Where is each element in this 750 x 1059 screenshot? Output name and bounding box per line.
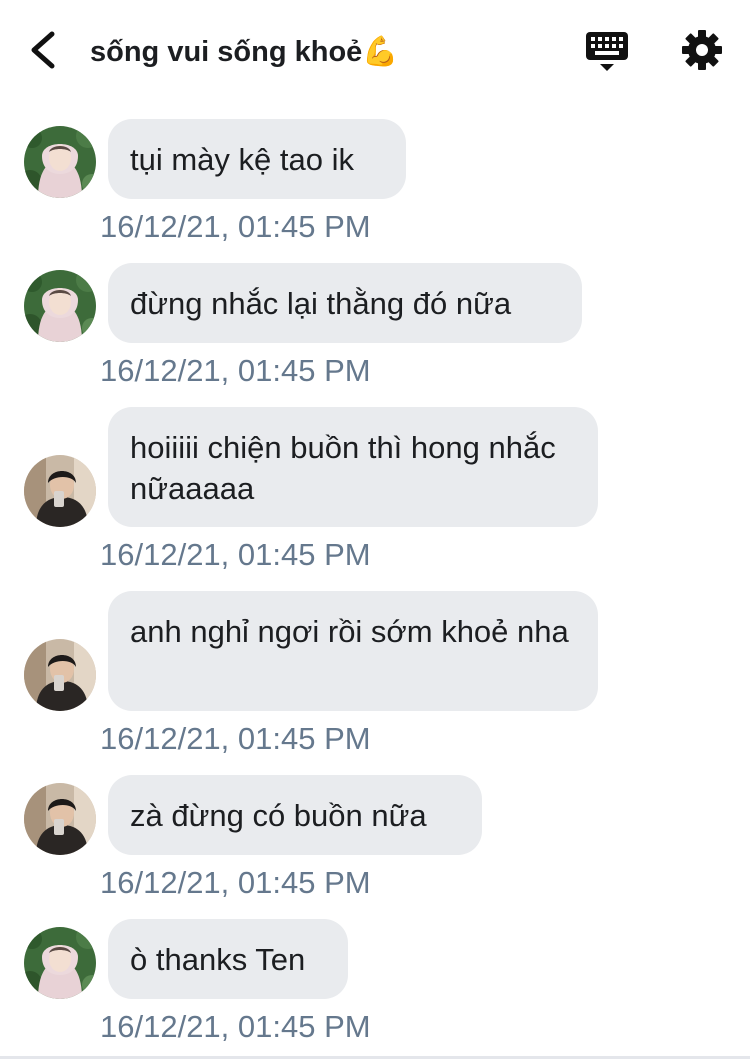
message-text: tụi mày kệ tao ik [130, 142, 354, 177]
message-text: anh nghỉ ngơi rồi sớm khoẻ nha [130, 614, 569, 649]
message-text: hoiiiii chiện buồn thì hong nhắc nữaaaaa [130, 430, 556, 506]
avatar[interactable] [24, 126, 96, 198]
user-photo-b [24, 639, 96, 711]
message-bubble[interactable]: hoiiiii chiện buồn thì hong nhắc nữaaaaa [108, 407, 598, 527]
avatar[interactable] [24, 270, 96, 342]
message-list: tụi mày kệ tao ik 16/12/21, 01:45 PM đừn… [0, 0, 750, 1059]
message-timestamp: 16/12/21, 01:45 PM [100, 1009, 371, 1044]
user-photo-b [24, 455, 96, 527]
avatar[interactable] [24, 927, 96, 999]
message-text: đừng nhắc lại thằng đó nữa [130, 286, 512, 321]
avatar[interactable] [24, 639, 96, 711]
user-photo-a [24, 270, 96, 342]
user-photo-b [24, 783, 96, 855]
message-text: ò thanks Ten [130, 942, 306, 977]
message-bubble[interactable]: tụi mày kệ tao ik [108, 119, 406, 199]
user-photo-a [24, 126, 96, 198]
message-timestamp: 16/12/21, 01:45 PM [100, 209, 371, 244]
message-timestamp: 16/12/21, 01:45 PM [100, 537, 371, 572]
message-bubble[interactable]: đừng nhắc lại thằng đó nữa [108, 263, 582, 343]
message-timestamp: 16/12/21, 01:45 PM [100, 865, 371, 900]
message-bubble[interactable]: ò thanks Ten [108, 919, 348, 999]
message-bubble[interactable]: zà đừng có buồn nữa [108, 775, 482, 855]
message-timestamp: 16/12/21, 01:45 PM [100, 721, 371, 756]
message-timestamp: 16/12/21, 01:45 PM [100, 353, 371, 388]
message-bubble[interactable]: anh nghỉ ngơi rồi sớm khoẻ nha [108, 591, 598, 711]
avatar[interactable] [24, 783, 96, 855]
avatar[interactable] [24, 455, 96, 527]
user-photo-a [24, 927, 96, 999]
message-text: zà đừng có buồn nữa [130, 798, 427, 833]
